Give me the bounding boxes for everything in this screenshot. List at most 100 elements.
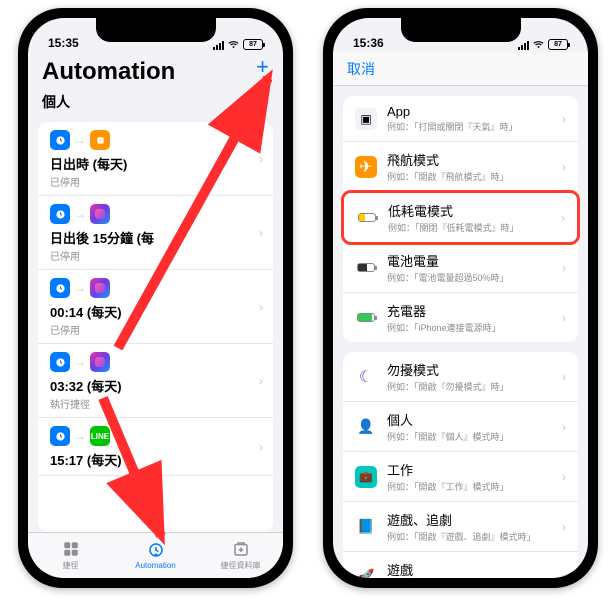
trigger-row-game-drama[interactable]: 📘 遊戲、追劇例如：「開啟『遊戲、追劇』模式時」 ›	[343, 502, 578, 552]
automation-icon	[146, 541, 166, 559]
item-title: 03:32 (每天)	[50, 376, 261, 395]
row-title: 電池電量	[387, 251, 562, 270]
tab-bar: 捷徑 Automation 捷徑資料庫	[28, 532, 283, 578]
signal-icon	[518, 40, 529, 50]
automation-item[interactable]: → 日出後 15分鐘 (每 已停用 ›	[38, 196, 273, 270]
trigger-list[interactable]: ▣ App例如：「打開或關閉『天氣』時」 › ✈ 飛航模式例如：「開啟『飛航模式…	[333, 86, 588, 578]
screen-right: 15:36 87 取消 ▣ App例如：「打開或關閉『天氣』時」 › ✈	[333, 18, 588, 578]
chevron-right-icon: ›	[259, 300, 263, 314]
trigger-icons: → LINE	[50, 426, 261, 446]
trigger-row-charger[interactable]: 充電器例如：「iPhone連接電源時」 ›	[343, 293, 578, 342]
shortcut-icon	[90, 204, 110, 224]
trigger-icons: →	[50, 204, 261, 224]
clock-icon	[50, 204, 70, 224]
row-title: App	[387, 104, 562, 119]
trigger-row-dnd[interactable]: ☾ 勿擾模式例如：「開啟『勿擾模式』時」 ›	[343, 352, 578, 402]
arrow-icon: →	[74, 429, 86, 443]
arrow-icon: →	[74, 355, 86, 369]
row-title: 個人	[387, 410, 562, 429]
wifi-icon	[227, 40, 240, 50]
chevron-right-icon: ›	[562, 261, 566, 275]
app-icon: ▣	[355, 108, 377, 130]
chevron-right-icon: ›	[259, 374, 263, 388]
book-icon: 📘	[355, 516, 377, 538]
trigger-group: ☾ 勿擾模式例如：「開啟『勿擾模式』時」 › 👤 個人例如：「開啟『個人』模式時…	[343, 352, 578, 578]
battery-icon: 87	[243, 39, 263, 50]
row-subtitle: 例如：「開啟『飛航模式』時」	[387, 170, 562, 183]
chevron-right-icon: ›	[562, 160, 566, 174]
person-icon: 👤	[355, 416, 377, 438]
clock-icon	[50, 130, 70, 150]
row-title: 遊戲、追劇	[387, 510, 562, 529]
automation-item[interactable]: → LINE 15:17 (每天) ›	[38, 418, 273, 476]
chevron-right-icon: ›	[562, 112, 566, 126]
row-subtitle: 例如：「打開或關閉『天氣』時」	[387, 120, 562, 133]
clock-icon	[50, 426, 70, 446]
trigger-row-lowpower[interactable]: 低耗電模式例如：「關閉『低耗電模式』時」 ›	[341, 190, 580, 245]
modal-header: 取消	[333, 52, 588, 86]
automation-item[interactable]: → 00:14 (每天) 已停用 ›	[38, 270, 273, 344]
wifi-icon	[532, 40, 545, 50]
automation-list[interactable]: → 日出時 (每天) 已停用 › → 日出後 15分鐘 (每 已停用 ›	[38, 122, 273, 532]
cancel-button[interactable]: 取消	[347, 59, 375, 79]
status-time: 15:35	[48, 36, 79, 50]
trigger-row-work[interactable]: 💼 工作例如：「開啟『工作』模式時」 ›	[343, 452, 578, 502]
charger-icon	[355, 307, 377, 329]
arrow-icon: →	[74, 281, 86, 295]
moon-icon: ☾	[355, 366, 377, 388]
item-subtitle: 已停用	[50, 322, 261, 337]
tab-label: 捷徑	[63, 560, 79, 571]
line-icon: LINE	[90, 426, 110, 446]
chevron-right-icon: ›	[562, 570, 566, 579]
item-subtitle: 已停用	[50, 248, 261, 263]
item-title: 00:14 (每天)	[50, 302, 261, 321]
automation-item[interactable]: → 03:32 (每天) 執行捷徑 ›	[38, 344, 273, 418]
add-button[interactable]: +	[256, 54, 269, 80]
row-title: 勿擾模式	[387, 360, 562, 379]
chevron-right-icon: ›	[562, 470, 566, 484]
status-icons: 87	[518, 39, 568, 50]
trigger-row-personal[interactable]: 👤 個人例如：「開啟『個人』模式時」 ›	[343, 402, 578, 452]
item-subtitle: 已停用	[50, 174, 261, 189]
trigger-row-airplane[interactable]: ✈ 飛航模式例如：「開啟『飛航模式』時」 ›	[343, 142, 578, 192]
row-subtitle: 例如：「iPhone連接電源時」	[387, 321, 562, 334]
gallery-icon	[231, 540, 251, 558]
low-power-icon	[356, 207, 378, 229]
automation-item[interactable]: → 日出時 (每天) 已停用 ›	[38, 122, 273, 196]
row-title: 工作	[387, 460, 562, 479]
row-title: 低耗電模式	[388, 201, 561, 220]
clock-icon	[50, 352, 70, 372]
trigger-icons: →	[50, 278, 261, 298]
trigger-row-app[interactable]: ▣ App例如：「打開或關閉『天氣』時」 ›	[343, 96, 578, 142]
tab-shortcuts[interactable]: 捷徑	[28, 533, 113, 578]
row-subtitle: 例如：「開啟『工作』模式時」	[387, 480, 562, 493]
notch	[96, 18, 216, 42]
trigger-row-battery-level[interactable]: 電池電量例如：「電池電量超過50%時」 ›	[343, 243, 578, 293]
phone-left: 15:35 87 + Automation 個人 → 日出時 (每天	[18, 8, 293, 588]
chevron-right-icon: ›	[259, 226, 263, 240]
shortcut-icon	[90, 278, 110, 298]
chevron-right-icon: ›	[259, 152, 263, 166]
screen-left: 15:35 87 + Automation 個人 → 日出時 (每天	[28, 18, 283, 578]
tab-automation[interactable]: Automation	[113, 533, 198, 578]
chevron-right-icon: ›	[562, 420, 566, 434]
shortcuts-icon	[61, 540, 81, 558]
chevron-right-icon: ›	[562, 370, 566, 384]
item-subtitle: 執行捷徑	[50, 396, 261, 411]
trigger-row-gaming[interactable]: 🚀 遊戲例如：「開啟『遊戲』模式時」 ›	[343, 552, 578, 578]
arrow-icon: →	[74, 133, 86, 147]
trigger-group: ▣ App例如：「打開或關閉『天氣』時」 › ✈ 飛航模式例如：「開啟『飛航模式…	[343, 96, 578, 342]
status-icons: 87	[213, 39, 263, 50]
chevron-right-icon: ›	[562, 520, 566, 534]
tab-label: 捷徑資料庫	[221, 560, 261, 571]
item-title: 日出時 (每天)	[50, 154, 261, 173]
rocket-icon: 🚀	[355, 566, 377, 579]
header: + Automation 個人	[28, 52, 283, 116]
arrow-icon: →	[74, 207, 86, 221]
phone-right: 15:36 87 取消 ▣ App例如：「打開或關閉『天氣』時」 › ✈	[323, 8, 598, 588]
item-title: 15:17 (每天)	[50, 450, 261, 469]
tab-gallery[interactable]: 捷徑資料庫	[198, 533, 283, 578]
shortcut-icon	[90, 352, 110, 372]
notch	[401, 18, 521, 42]
row-title: 飛航模式	[387, 150, 562, 169]
